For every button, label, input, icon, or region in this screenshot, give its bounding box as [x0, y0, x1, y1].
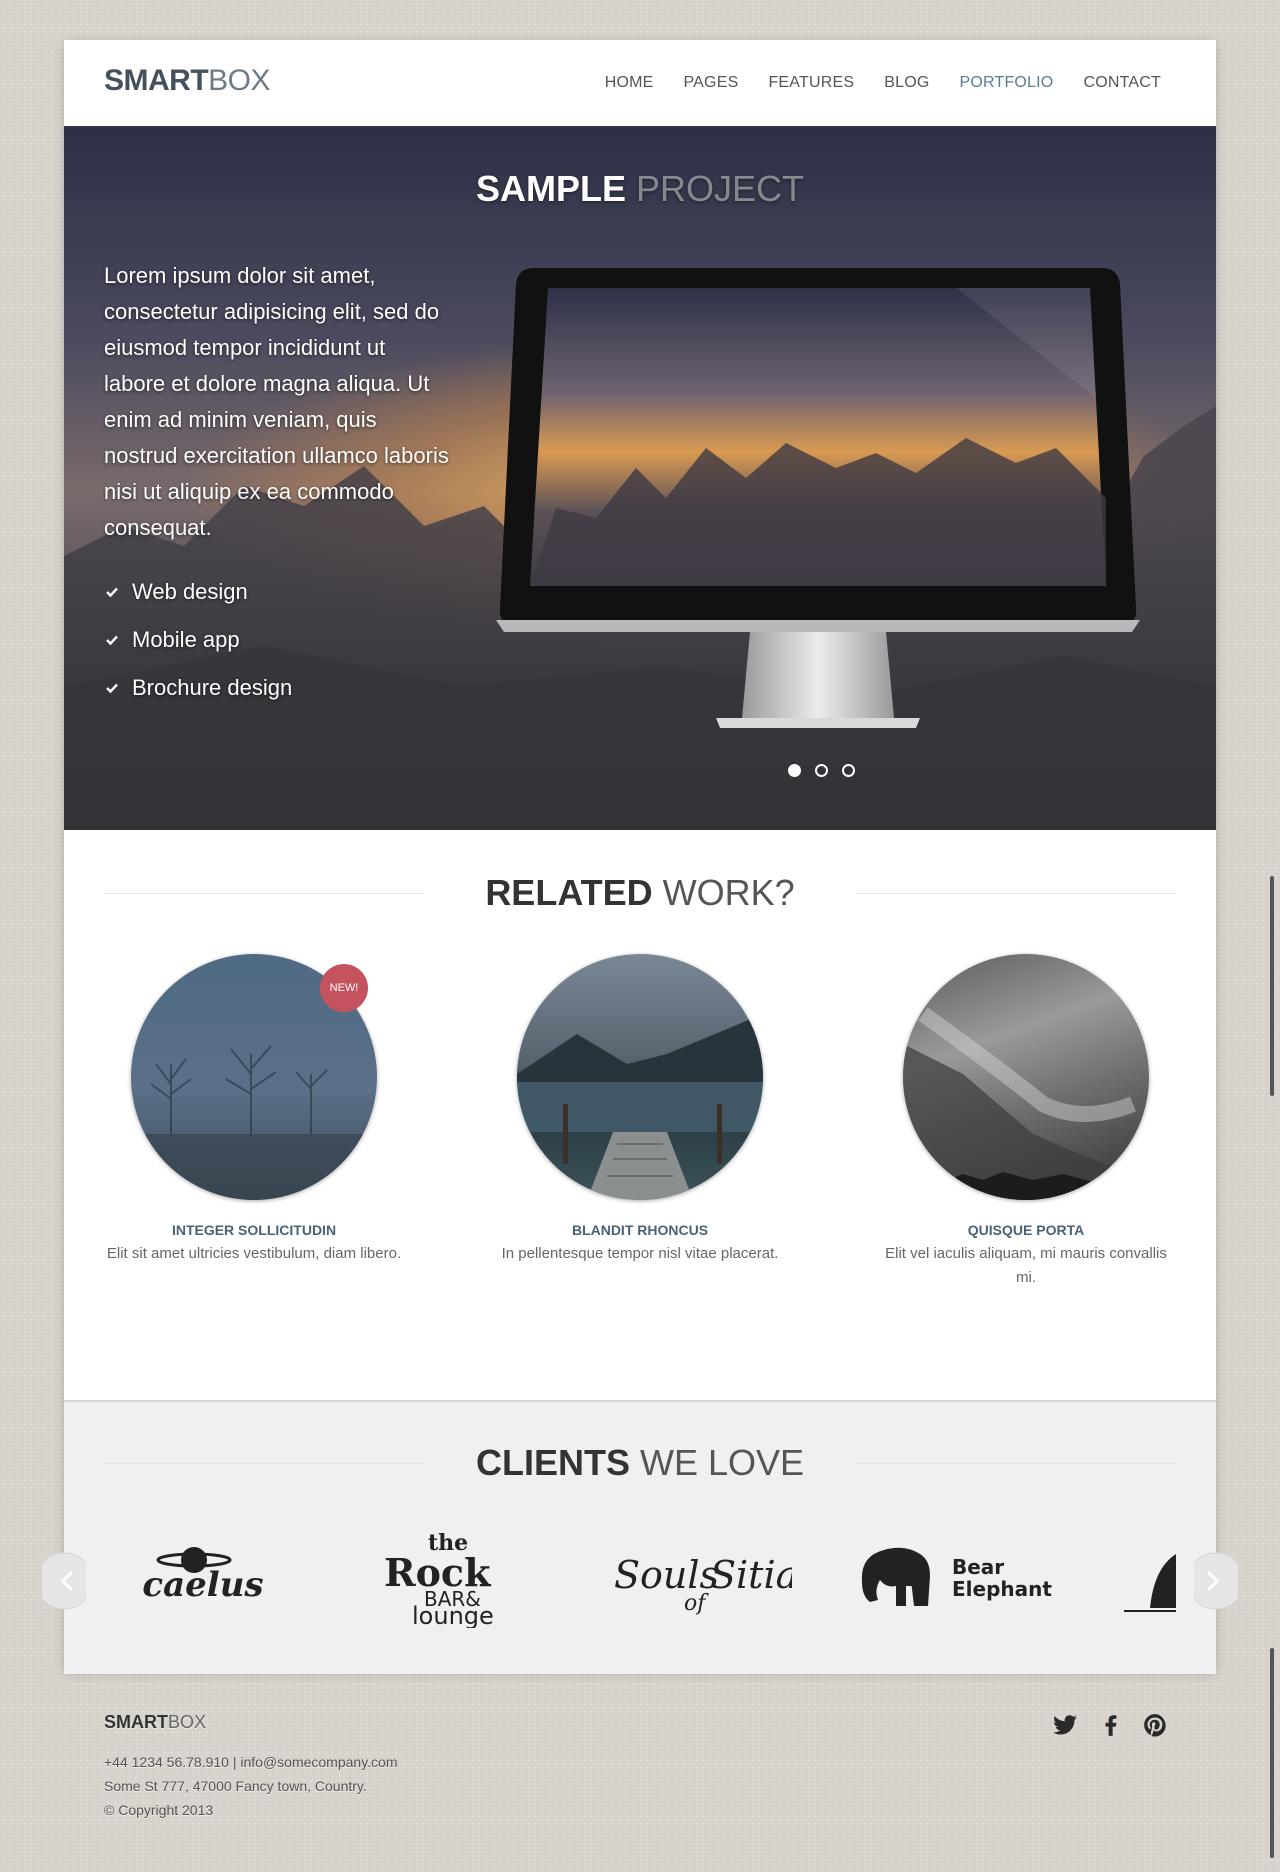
footer-contact: +44 1234 56.78.910 | info@somecompany.co… [104, 1754, 398, 1770]
hero-title: SAMPLE PROJECT [475, 168, 805, 209]
svg-text:Sitia: Sitia [710, 1553, 792, 1597]
svg-text:caelus: caelus [142, 1565, 263, 1602]
slider-dot-2[interactable] [815, 764, 828, 777]
clients-section: CLIENTS WE LOVE caelus the Rock BAR& lou… [42, 1400, 1238, 1674]
page-container: SMARTBOX HOME PAGES FEATURES BLOG PORTFO… [42, 40, 1238, 1674]
twitter-icon[interactable] [1052, 1712, 1078, 1738]
carousel-prev-button[interactable] [42, 1552, 86, 1610]
pinterest-icon[interactable] [1142, 1712, 1168, 1738]
monitor-image [496, 268, 1140, 728]
check-icon [106, 683, 118, 694]
work-thumbnail-lake-dock[interactable] [517, 954, 763, 1200]
work-thumbnail-misty-mountain[interactable] [903, 954, 1149, 1200]
work-description: In pellentesque tempor nisl vitae placer… [501, 1245, 779, 1262]
footer-address: Some St 777, 47000 Fancy town, Country. [104, 1778, 367, 1794]
client-logo-caelus[interactable]: caelus [132, 1542, 274, 1602]
work-description: Elit sit amet ultricies vestibulum, diam… [106, 1245, 402, 1262]
lake-dock-image [517, 1014, 763, 1200]
work-item[interactable]: BLANDIT RHONCUS In pellentesque tempor n… [490, 954, 790, 1266]
site-logo[interactable]: SMARTBOX [104, 64, 271, 98]
svg-text:Elephant: Elephant [952, 1577, 1052, 1601]
check-icon [106, 587, 118, 598]
client-logo-bear-elephant[interactable]: Bear Elephant [858, 1542, 1058, 1612]
divider-line [104, 1463, 424, 1464]
slider-pagination [788, 764, 855, 777]
main-nav: HOME PAGES FEATURES BLOG PORTFOLIO CONTA… [575, 74, 1161, 92]
slider-dot-3[interactable] [842, 764, 855, 777]
divider-line [104, 893, 424, 894]
slider-dot-1[interactable] [788, 764, 801, 777]
client-logo-souls-of-sitia[interactable]: Souls of Sitia [612, 1530, 792, 1622]
scrollbar-thumb-lower[interactable] [1270, 1648, 1274, 1858]
feature-item: Mobile app [104, 616, 292, 664]
hero-description: Lorem ipsum dolor sit amet, consectetur … [104, 263, 449, 540]
client-logo-partial-sail[interactable] [1124, 1548, 1176, 1614]
new-badge: NEW! [320, 964, 368, 1012]
nav-blog[interactable]: BLOG [884, 74, 929, 92]
work-item[interactable]: NEW! INTEGER SOLLICITUDIN Elit sit amet … [104, 954, 404, 1266]
work-title[interactable]: BLANDIT RHONCUS [490, 1222, 790, 1238]
site-header: SMARTBOX HOME PAGES FEATURES BLOG PORTFO… [64, 40, 1216, 127]
work-item[interactable]: QUISQUE PORTA Elit vel iaculis aliquam, … [876, 954, 1176, 1290]
work-title[interactable]: QUISQUE PORTA [876, 1222, 1176, 1238]
misty-mountain-image [903, 1007, 1149, 1200]
carousel-next-button[interactable] [1194, 1552, 1238, 1610]
nav-home[interactable]: HOME [605, 74, 654, 92]
hero-feature-list: Web design Mobile app Brochure design [104, 568, 292, 712]
svg-text:Bear: Bear [952, 1555, 1004, 1579]
footer-logo[interactable]: SMARTBOX [104, 1712, 206, 1733]
svg-text:lounge: lounge [412, 1602, 494, 1628]
feature-item: Web design [104, 568, 292, 616]
footer-contact-info: +44 1234 56.78.910 | info@somecompany.co… [104, 1750, 398, 1822]
facebook-icon[interactable] [1098, 1712, 1124, 1738]
nav-contact[interactable]: CONTACT [1083, 74, 1161, 92]
clients-heading: CLIENTS WE LOVE [104, 1442, 1176, 1484]
footer-copyright: © Copyright 2013 [104, 1802, 214, 1818]
nav-pages[interactable]: PAGES [684, 74, 739, 92]
check-icon [106, 635, 118, 646]
work-description: Elit vel iaculis aliquam, mi mauris conv… [885, 1245, 1167, 1286]
nav-portfolio[interactable]: PORTFOLIO [959, 74, 1053, 92]
nav-features[interactable]: FEATURES [768, 74, 854, 92]
divider-line [856, 893, 1176, 894]
related-work-heading: RELATED WORK? [104, 872, 1176, 914]
feature-item: Brochure design [104, 664, 292, 712]
scrollbar-thumb[interactable] [1270, 876, 1274, 1096]
hero-slider: SAMPLE PROJECT Lorem ipsum dolor sit ame… [64, 126, 1216, 830]
client-logo-the-rock[interactable]: the Rock BAR& lounge [384, 1532, 512, 1628]
divider-line [856, 1463, 1176, 1464]
work-title[interactable]: INTEGER SOLLICITUDIN [104, 1222, 404, 1238]
